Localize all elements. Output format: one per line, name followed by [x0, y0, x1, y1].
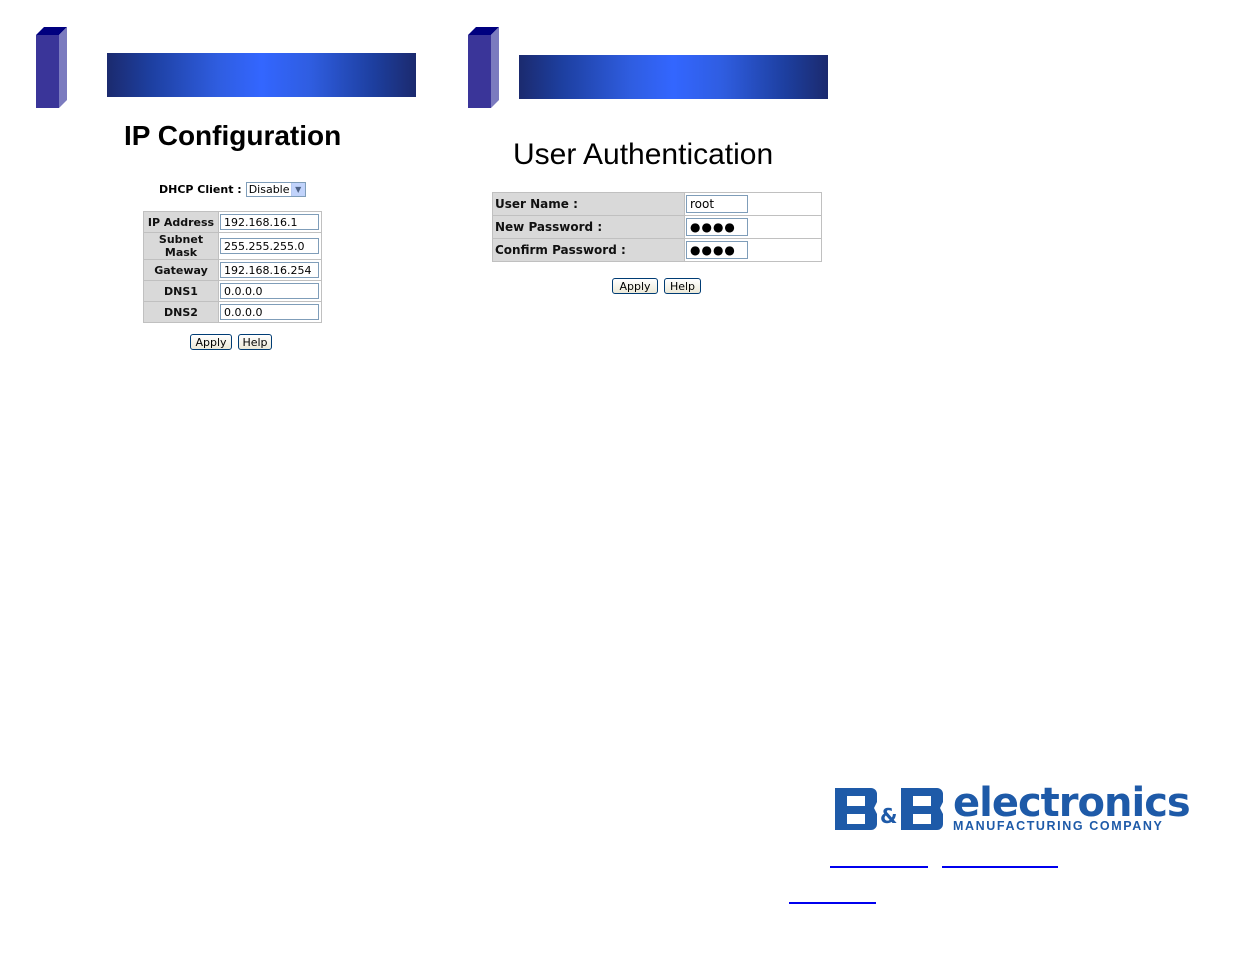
decorative-block-left [36, 27, 68, 109]
table-row: DNS2 0.0.0.0 [143, 301, 322, 323]
chevron-down-icon[interactable]: ▼ [290, 183, 305, 196]
dns1-input[interactable]: 0.0.0.0 [220, 283, 319, 299]
dns2-label: DNS2 [143, 301, 219, 323]
footer-link-3[interactable] [789, 902, 876, 904]
user-name-label: User Name : [492, 192, 685, 216]
header-banner-right [519, 55, 828, 99]
dhcp-client-selected-value: Disable [248, 183, 290, 196]
page-title-ip-configuration: IP Configuration [124, 120, 342, 151]
confirm-password-label: Confirm Password : [492, 238, 685, 262]
user-name-input[interactable]: root [686, 195, 748, 213]
dns2-input[interactable]: 0.0.0.0 [220, 304, 319, 320]
svg-text:&: & [880, 804, 897, 828]
decorative-block-right [468, 27, 500, 109]
table-row: Gateway 192.168.16.254 [143, 259, 322, 281]
gateway-label: Gateway [143, 259, 219, 281]
table-row: New Password : ●●●● [492, 215, 822, 239]
logo-tagline: MANUFACTURING COMPANY [953, 819, 1164, 833]
ip-help-button[interactable]: Help [238, 334, 272, 350]
ip-apply-button[interactable]: Apply [190, 334, 232, 350]
new-password-label: New Password : [492, 215, 685, 239]
page-title-user-authentication: User Authentication [513, 138, 774, 171]
table-row: User Name : root [492, 192, 822, 216]
table-row: Subnet Mask 255.255.255.0 [143, 232, 322, 260]
auth-apply-button[interactable]: Apply [612, 278, 658, 294]
dns1-label: DNS1 [143, 280, 219, 302]
confirm-password-input[interactable]: ●●●● [686, 241, 748, 259]
subnet-mask-label: Subnet Mask [143, 232, 219, 260]
user-auth-table: User Name : root New Password : ●●●● Con… [492, 192, 822, 262]
auth-help-button[interactable]: Help [664, 278, 701, 294]
ip-config-table: IP Address 192.168.16.1 Subnet Mask 255.… [143, 211, 322, 323]
gateway-input[interactable]: 192.168.16.254 [220, 262, 319, 278]
bb-mark-icon: & [835, 788, 943, 830]
dhcp-client-select[interactable]: Disable ▼ [245, 182, 306, 197]
new-password-input[interactable]: ●●●● [686, 218, 748, 236]
table-row: IP Address 192.168.16.1 [143, 211, 322, 233]
ip-address-label: IP Address [143, 211, 219, 233]
footer-link-1[interactable] [830, 866, 928, 868]
header-banner-left [107, 53, 416, 97]
dhcp-client-label: DHCP Client : [159, 183, 242, 196]
footer-link-2[interactable] [942, 866, 1058, 868]
dhcp-client-row: DHCP Client : Disable ▼ [159, 182, 306, 197]
table-row: Confirm Password : ●●●● [492, 238, 822, 262]
ip-address-input[interactable]: 192.168.16.1 [220, 214, 319, 230]
subnet-mask-input[interactable]: 255.255.255.0 [220, 238, 319, 254]
table-row: DNS1 0.0.0.0 [143, 280, 322, 302]
